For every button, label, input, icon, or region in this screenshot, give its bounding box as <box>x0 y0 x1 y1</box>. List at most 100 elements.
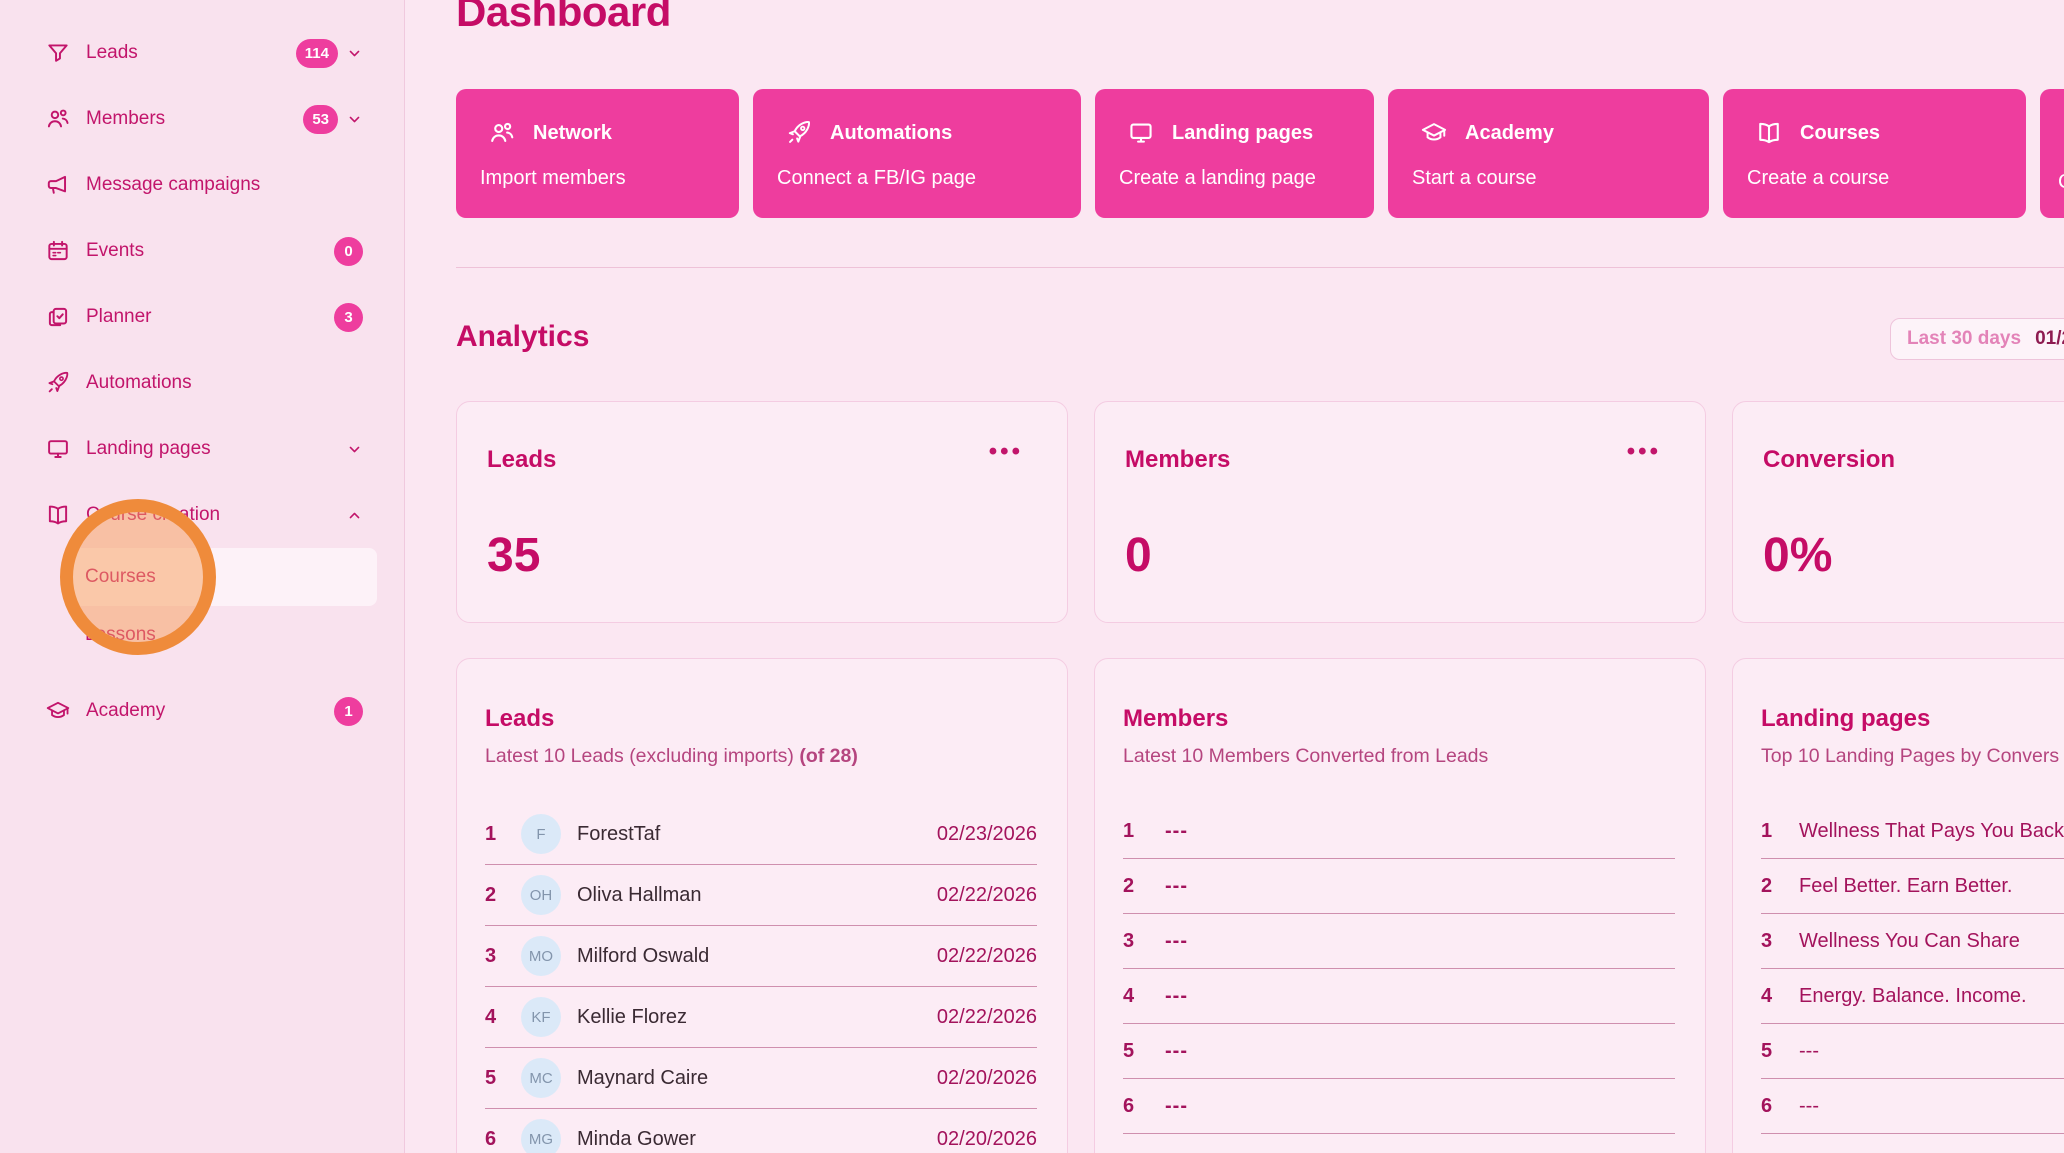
avatar: KF <box>521 997 561 1037</box>
sidebar-item-label: Members <box>86 108 165 130</box>
avatar: OH <box>521 875 561 915</box>
analytics-heading: Analytics <box>456 320 589 354</box>
rocket-icon <box>785 119 813 147</box>
main-content: Dashboard Network Import members Automat… <box>405 0 2064 1153</box>
sidebar-item-label: Landing pages <box>86 438 211 460</box>
action-subtitle: Create a course <box>1747 167 2002 190</box>
lists-row: Leads Latest 10 Leads (excluding imports… <box>456 658 2064 1153</box>
sidebar-item-label: Course creation <box>86 504 220 526</box>
sidebar-item-course-creation[interactable]: Course creation <box>0 482 404 548</box>
list-title: Landing pages <box>1761 705 2064 733</box>
landing-page-row[interactable]: 2 Feel Better. Earn Better. <box>1761 859 2064 914</box>
clipped-nav-item: . . . <box>33 0 183 7</box>
avatar: MO <box>521 936 561 976</box>
date-range-filter[interactable]: Last 30 days 01/2 <box>1890 318 2064 360</box>
stat-value: 0 <box>1125 528 1152 583</box>
avatar: F <box>521 814 561 854</box>
sidebar-item-landing-pages[interactable]: Landing pages <box>0 416 404 482</box>
chevron-down-icon[interactable] <box>346 441 363 458</box>
events-count-badge: 0 <box>334 237 363 266</box>
people-icon <box>45 106 71 132</box>
sidebar-subitem-label: Lessons <box>85 624 156 646</box>
leads-list-card: Leads Latest 10 Leads (excluding imports… <box>456 658 1068 1153</box>
clipboard-check-icon <box>45 304 71 330</box>
action-subtitle: Connect a FB/IG page <box>777 167 1057 190</box>
sidebar-item-label: Message campaigns <box>86 174 260 196</box>
sidebar-item-label: Planner <box>86 306 152 328</box>
ellipsis-menu-icon[interactable]: ••• <box>989 438 1023 466</box>
action-title: Courses <box>1800 122 1880 145</box>
lead-row[interactable]: 2 OH Oliva Hallman 02/22/2026 <box>485 865 1037 926</box>
list-subtitle: Top 10 Landing Pages by Convers <box>1761 744 2064 768</box>
sidebar-item-members[interactable]: Members 53 <box>0 86 404 152</box>
lead-row[interactable]: 5 MC Maynard Caire 02/20/2026 <box>485 1048 1037 1109</box>
sidebar: . . . Leads 114 Members 53 Message campa… <box>0 0 405 1153</box>
list-title: Leads <box>485 705 1037 733</box>
sidebar-item-automations[interactable]: Automations <box>0 350 404 416</box>
list-title: Members <box>1123 705 1675 733</box>
rocket-icon <box>45 370 71 396</box>
book-icon <box>1755 119 1783 147</box>
monitor-icon <box>1127 119 1155 147</box>
chevron-down-icon[interactable] <box>346 45 363 62</box>
sidebar-item-planner[interactable]: Planner 3 <box>0 284 404 350</box>
lead-row[interactable]: 1 F ForestTaf 02/23/2026 <box>485 804 1037 865</box>
stat-value: 0% <box>1763 528 1832 583</box>
member-row: 1 --- <box>1123 804 1675 859</box>
calendar-icon <box>45 238 71 264</box>
sidebar-item-leads[interactable]: Leads 114 <box>0 20 404 86</box>
graduation-cap-icon <box>1420 119 1448 147</box>
landing-page-row[interactable]: 3 Wellness You Can Share <box>1761 914 2064 969</box>
action-title: Landing pages <box>1172 122 1313 145</box>
planner-count-badge: 3 <box>334 303 363 332</box>
landing-pages-action-card[interactable]: Landing pages Create a landing page <box>1095 89 1374 218</box>
section-divider <box>456 267 2064 268</box>
stat-title: Leads <box>487 446 556 474</box>
sidebar-subitem-label: Courses <box>85 566 156 588</box>
megaphone-icon <box>45 172 71 198</box>
chevron-up-icon[interactable] <box>346 507 363 524</box>
date-range-value: 01/2 <box>2035 328 2064 350</box>
lead-row[interactable]: 6 MG Minda Gower 02/20/2026 <box>485 1109 1037 1153</box>
landing-page-row[interactable]: 1 Wellness That Pays You Back <box>1761 804 2064 859</box>
chevron-down-icon[interactable] <box>346 111 363 128</box>
date-range-label: Last 30 days <box>1907 328 2021 350</box>
avatar: MC <box>521 1058 561 1098</box>
stat-value: 35 <box>487 528 540 583</box>
conversion-stat-card: Conversion 0% <box>1732 401 2064 623</box>
stat-title: Conversion <box>1763 446 1895 474</box>
sidebar-subitem-courses[interactable]: Courses <box>72 548 377 606</box>
member-row: 4 --- <box>1123 969 1675 1024</box>
courses-action-card[interactable]: Courses Create a course <box>1723 89 2026 218</box>
members-list-card: Members Latest 10 Members Converted from… <box>1094 658 1706 1153</box>
filter-icon <box>45 40 71 66</box>
ellipsis-menu-icon[interactable]: ••• <box>1627 438 1661 466</box>
lead-row[interactable]: 3 MO Milford Oswald 02/22/2026 <box>485 926 1037 987</box>
list-subtitle: Latest 10 Leads (excluding imports) (of … <box>485 744 1037 768</box>
action-title: Network <box>533 122 612 145</box>
partial-action-card[interactable]: C <box>2040 89 2064 218</box>
landing-pages-list-card: Landing pages Top 10 Landing Pages by Co… <box>1732 658 2064 1153</box>
landing-page-row: 5 --- <box>1761 1024 2064 1079</box>
member-row: 2 --- <box>1123 859 1675 914</box>
action-subtitle: Create a landing page <box>1119 167 1350 190</box>
members-stat-card: Members ••• 0 <box>1094 401 1706 623</box>
sidebar-item-label: Academy <box>86 700 165 722</box>
network-action-card[interactable]: Network Import members <box>456 89 739 218</box>
landing-page-row[interactable]: 4 Energy. Balance. Income. <box>1761 969 2064 1024</box>
action-title: Academy <box>1465 122 1554 145</box>
automations-action-card[interactable]: Automations Connect a FB/IG page <box>753 89 1081 218</box>
avatar: MG <box>521 1119 561 1153</box>
academy-action-card[interactable]: Academy Start a course <box>1388 89 1709 218</box>
book-icon <box>45 502 71 528</box>
action-subtitle: Import members <box>480 167 715 190</box>
sidebar-item-academy[interactable]: Academy 1 <box>0 678 404 744</box>
sidebar-subitem-lessons[interactable]: Lessons <box>72 606 377 664</box>
stats-row: Leads ••• 35 Members ••• 0 Conversion 0% <box>456 401 2064 623</box>
lead-row[interactable]: 4 KF Kellie Florez 02/22/2026 <box>485 987 1037 1048</box>
sidebar-item-events[interactable]: Events 0 <box>0 218 404 284</box>
academy-count-badge: 1 <box>334 697 363 726</box>
sidebar-item-message-campaigns[interactable]: Message campaigns <box>0 152 404 218</box>
member-row: 6 --- <box>1123 1079 1675 1134</box>
member-row: 5 --- <box>1123 1024 1675 1079</box>
